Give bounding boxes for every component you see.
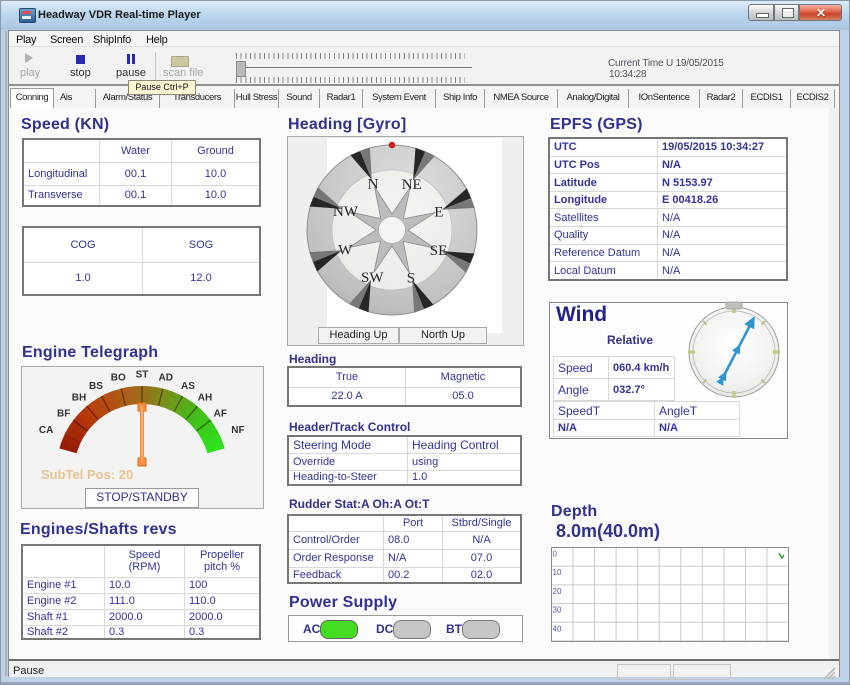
- svg-text:BF: BF: [57, 409, 70, 420]
- svg-text:BS: BS: [89, 381, 103, 392]
- svg-text:AD: AD: [158, 372, 172, 383]
- svg-text:NW: NW: [333, 204, 359, 220]
- svg-text:SE: SE: [430, 243, 448, 259]
- svg-text:0: 0: [553, 550, 558, 559]
- svg-text:10: 10: [553, 568, 562, 577]
- svg-text:AS: AS: [181, 381, 195, 392]
- svg-text:40: 40: [553, 624, 562, 633]
- svg-text:NE: NE: [402, 177, 422, 193]
- svg-text:BO: BO: [111, 372, 126, 383]
- svg-text:CA: CA: [39, 425, 53, 436]
- svg-text:W: W: [338, 242, 353, 258]
- svg-text:AH: AH: [198, 392, 212, 403]
- svg-text:NF: NF: [231, 425, 244, 436]
- svg-text:20: 20: [553, 587, 562, 596]
- svg-text:AF: AF: [214, 409, 227, 420]
- svg-text:ST: ST: [136, 370, 149, 381]
- svg-text:SW: SW: [361, 270, 384, 286]
- svg-text:30: 30: [553, 606, 562, 615]
- svg-text:N: N: [368, 177, 379, 193]
- svg-text:BH: BH: [72, 392, 86, 403]
- svg-text:S: S: [407, 270, 415, 286]
- svg-text:E: E: [434, 205, 443, 221]
